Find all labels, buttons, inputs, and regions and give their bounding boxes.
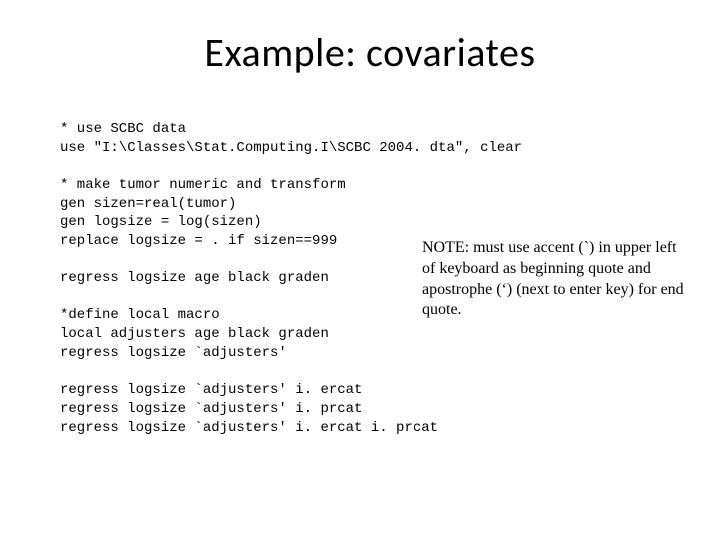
code-line: regress logsize `adjusters' i. ercat [60,382,362,398]
slide: Example: covariates * use SCBC data use … [0,0,720,540]
code-line: * make tumor numeric and transform [60,177,346,193]
code-line: local adjusters age black graden [60,326,329,342]
code-line: regress logsize `adjusters' [60,345,287,361]
code-line: regress logsize age black graden [60,270,329,286]
code-line: gen sizen=real(tumor) [60,196,236,212]
code-line: * use SCBC data [60,121,186,137]
code-line: regress logsize `adjusters' i. ercat i. … [60,420,438,436]
code-block-5: regress logsize `adjusters' i. ercat reg… [60,381,680,438]
note-text: NOTE: must use accent (`) in upper left … [422,238,692,321]
code-line: use "I:\Classes\Stat.Computing.I\SCBC 20… [60,140,522,156]
code-line: gen logsize = log(sizen) [60,214,262,230]
code-block-1: * use SCBC data use "I:\Classes\Stat.Com… [60,120,680,158]
code-line: *define local macro [60,307,220,323]
slide-title: Example: covariates [60,28,680,77]
code-line: replace logsize = . if sizen==999 [60,233,337,249]
code-line: regress logsize `adjusters' i. prcat [60,401,362,417]
